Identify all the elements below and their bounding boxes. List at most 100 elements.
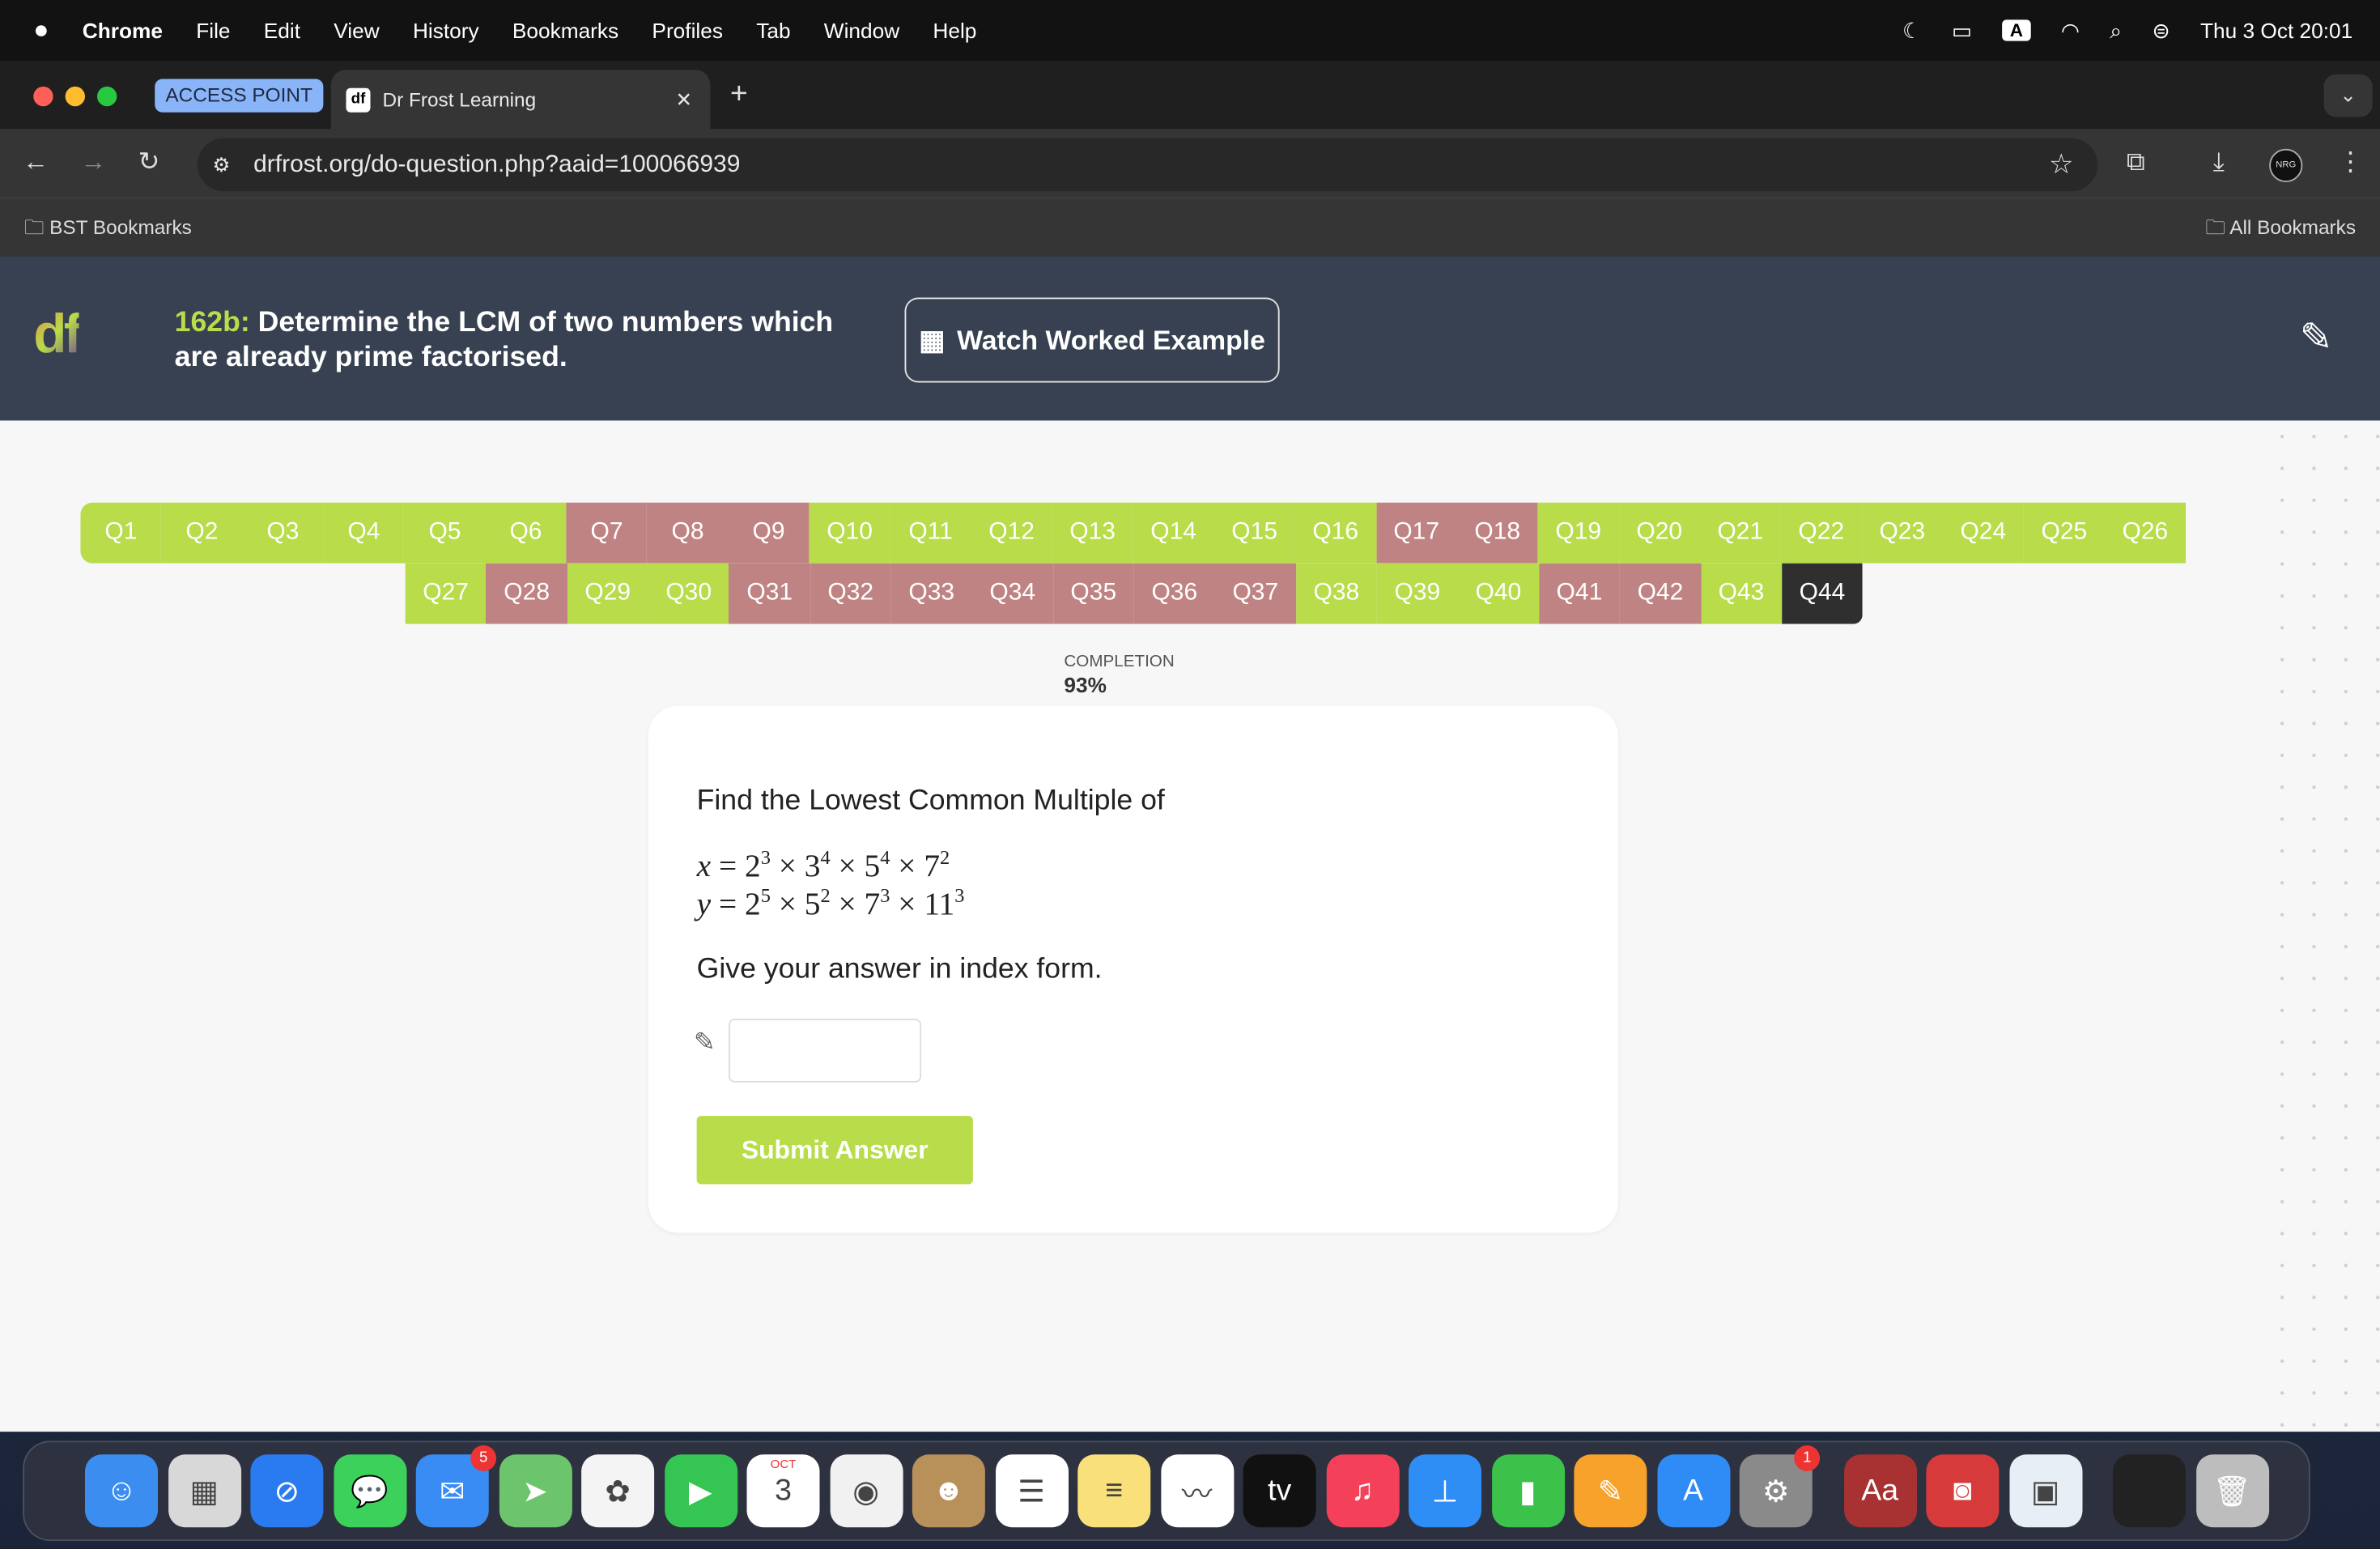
dock-window[interactable] <box>2113 1454 2186 1528</box>
menu-tab[interactable]: Tab <box>756 19 790 43</box>
dock-safari[interactable]: ⊘ <box>250 1454 324 1528</box>
profile-avatar[interactable]: NRG <box>2269 148 2303 182</box>
dock-preview[interactable]: ▣ <box>2008 1454 2082 1528</box>
menu-view[interactable]: View <box>334 19 379 43</box>
question-nav-q2[interactable]: Q2 <box>161 502 243 564</box>
dock-app-store[interactable]: A <box>1656 1454 1730 1528</box>
dock-pages[interactable]: ✎ <box>1574 1454 1647 1528</box>
tab-active[interactable]: df Dr Frost Learning ✕ <box>330 70 711 130</box>
question-nav-q24[interactable]: Q24 <box>1942 502 2024 564</box>
close-window-button[interactable] <box>33 86 53 107</box>
dock-freeform[interactable]: 〰 <box>1160 1454 1234 1528</box>
pen-icon[interactable]: ✎ <box>2300 314 2333 361</box>
dock-mail[interactable]: ✉ 5 <box>415 1445 497 1528</box>
question-nav-q35[interactable]: Q35 <box>1052 563 1134 624</box>
dock-keynote[interactable]: ⊥ <box>1409 1454 1481 1528</box>
question-nav-q11[interactable]: Q11 <box>890 502 971 564</box>
question-nav-q19[interactable]: Q19 <box>1537 502 1619 564</box>
question-nav-q40[interactable]: Q40 <box>1457 563 1539 624</box>
question-nav-q43[interactable]: Q43 <box>1700 563 1782 624</box>
dock-launchpad[interactable]: ▦ <box>168 1454 241 1528</box>
question-nav-q3[interactable]: Q3 <box>242 502 324 564</box>
question-nav-q28[interactable]: Q28 <box>486 563 567 624</box>
question-nav-q25[interactable]: Q25 <box>2023 502 2105 564</box>
question-nav-q41[interactable]: Q41 <box>1538 563 1620 624</box>
question-nav-q16[interactable]: Q16 <box>1294 502 1376 564</box>
menu-profiles[interactable]: Profiles <box>652 19 723 43</box>
question-nav-q10[interactable]: Q10 <box>809 502 890 564</box>
question-nav-q20[interactable]: Q20 <box>1618 502 1700 564</box>
question-nav-q13[interactable]: Q13 <box>1052 502 1133 564</box>
question-nav-q42[interactable]: Q42 <box>1619 563 1701 624</box>
dock-chrome[interactable]: ◉ <box>829 1454 903 1528</box>
back-icon[interactable]: ← <box>23 147 49 178</box>
dock-reminders[interactable]: ☰ <box>995 1454 1069 1528</box>
question-nav-q12[interactable]: Q12 <box>971 502 1052 564</box>
df-logo[interactable]: df <box>33 302 82 366</box>
clock[interactable]: Thu 3 Oct 20:01 <box>2200 19 2352 43</box>
question-nav-q37[interactable]: Q37 <box>1214 563 1296 624</box>
reload-icon[interactable]: ↻ <box>138 147 160 178</box>
dock-dictionary[interactable]: Aa <box>1843 1454 1917 1528</box>
dock-finder[interactable]: ☺ <box>85 1454 158 1528</box>
control-center-icon[interactable]: ⊜ <box>2152 18 2170 44</box>
question-nav-q9[interactable]: Q9 <box>728 502 810 564</box>
question-nav-q36[interactable]: Q36 <box>1133 563 1215 624</box>
question-nav-q33[interactable]: Q33 <box>890 563 972 624</box>
search-icon[interactable]: ⌕ <box>2110 18 2122 44</box>
question-nav-q4[interactable]: Q4 <box>323 502 405 564</box>
question-nav-q44[interactable]: Q44 <box>1781 563 1863 624</box>
menu-edit[interactable]: Edit <box>264 19 300 43</box>
question-nav-q14[interactable]: Q14 <box>1133 502 1214 564</box>
menu-history[interactable]: History <box>413 19 479 43</box>
dock-photos[interactable]: ✿ <box>581 1454 655 1528</box>
watch-worked-example-button[interactable]: ▦ Watch Worked Example <box>904 297 1280 383</box>
bookmark-all[interactable]: 🗀 All Bookmarks <box>2205 214 2356 247</box>
answer-input[interactable] <box>729 1019 922 1083</box>
dock-notes[interactable]: ≡ <box>1077 1454 1151 1528</box>
question-nav-q32[interactable]: Q32 <box>810 563 891 624</box>
menu-window[interactable]: Window <box>824 19 899 43</box>
question-nav-q38[interactable]: Q38 <box>1295 563 1377 624</box>
minimize-window-button[interactable] <box>65 86 85 107</box>
input-source[interactable]: A <box>2002 19 2031 41</box>
close-tab-icon[interactable]: ✕ <box>676 87 692 112</box>
question-nav-q6[interactable]: Q6 <box>485 502 567 564</box>
apple-icon[interactable]: ● <box>33 15 49 46</box>
battery-icon[interactable]: ▭ <box>1952 18 1972 44</box>
question-nav-q31[interactable]: Q31 <box>729 563 810 624</box>
tab-group-label[interactable]: ACCESS POINT <box>155 79 323 113</box>
question-nav-q21[interactable]: Q21 <box>1699 502 1781 564</box>
zoom-window-button[interactable] <box>97 86 117 107</box>
dock-system-settings[interactable]: ⚙ 1 <box>1739 1445 1821 1528</box>
address-bar[interactable]: ⚙ drfrost.org/do-question.php?aaid=10006… <box>197 138 2098 192</box>
dock-tv[interactable]: tv <box>1243 1454 1316 1528</box>
dock-contacts[interactable]: ☻ <box>912 1454 985 1528</box>
question-nav-q22[interactable]: Q22 <box>1780 502 1862 564</box>
question-nav-q29[interactable]: Q29 <box>567 563 648 624</box>
question-nav-q27[interactable]: Q27 <box>405 563 487 624</box>
wifi-icon[interactable]: ◠ <box>2061 18 2080 44</box>
question-nav-q8[interactable]: Q8 <box>647 502 729 564</box>
dock-messages[interactable]: 💬 <box>333 1454 406 1528</box>
question-nav-q30[interactable]: Q30 <box>648 563 729 624</box>
question-nav-q7[interactable]: Q7 <box>566 502 648 564</box>
question-nav-q5[interactable]: Q5 <box>404 502 486 564</box>
dock-maps[interactable]: ➤ <box>498 1454 572 1528</box>
question-nav-q23[interactable]: Q23 <box>1861 502 1943 564</box>
question-nav-q15[interactable]: Q15 <box>1213 502 1295 564</box>
extensions-icon[interactable]: ⧉ <box>2127 147 2145 178</box>
new-tab-icon[interactable]: + <box>730 78 748 113</box>
menu-app[interactable]: Chrome <box>83 19 163 43</box>
bookmark-star-icon[interactable]: ☆ <box>2049 138 2073 192</box>
menu-bookmarks[interactable]: Bookmarks <box>512 19 618 43</box>
dock-photo-booth[interactable]: ◙ <box>1926 1454 2000 1528</box>
question-nav-q26[interactable]: Q26 <box>2104 502 2186 564</box>
menu-help[interactable]: Help <box>933 19 976 43</box>
dock-numbers[interactable]: ▮ <box>1491 1454 1565 1528</box>
site-info-icon[interactable]: ⚙ <box>213 138 231 192</box>
question-nav-q18[interactable]: Q18 <box>1456 502 1538 564</box>
tab-search-icon[interactable]: ⌄ <box>2323 74 2373 117</box>
submit-answer-button[interactable]: Submit Answer <box>696 1116 973 1185</box>
dock-facetime[interactable]: ▶ <box>664 1454 737 1528</box>
